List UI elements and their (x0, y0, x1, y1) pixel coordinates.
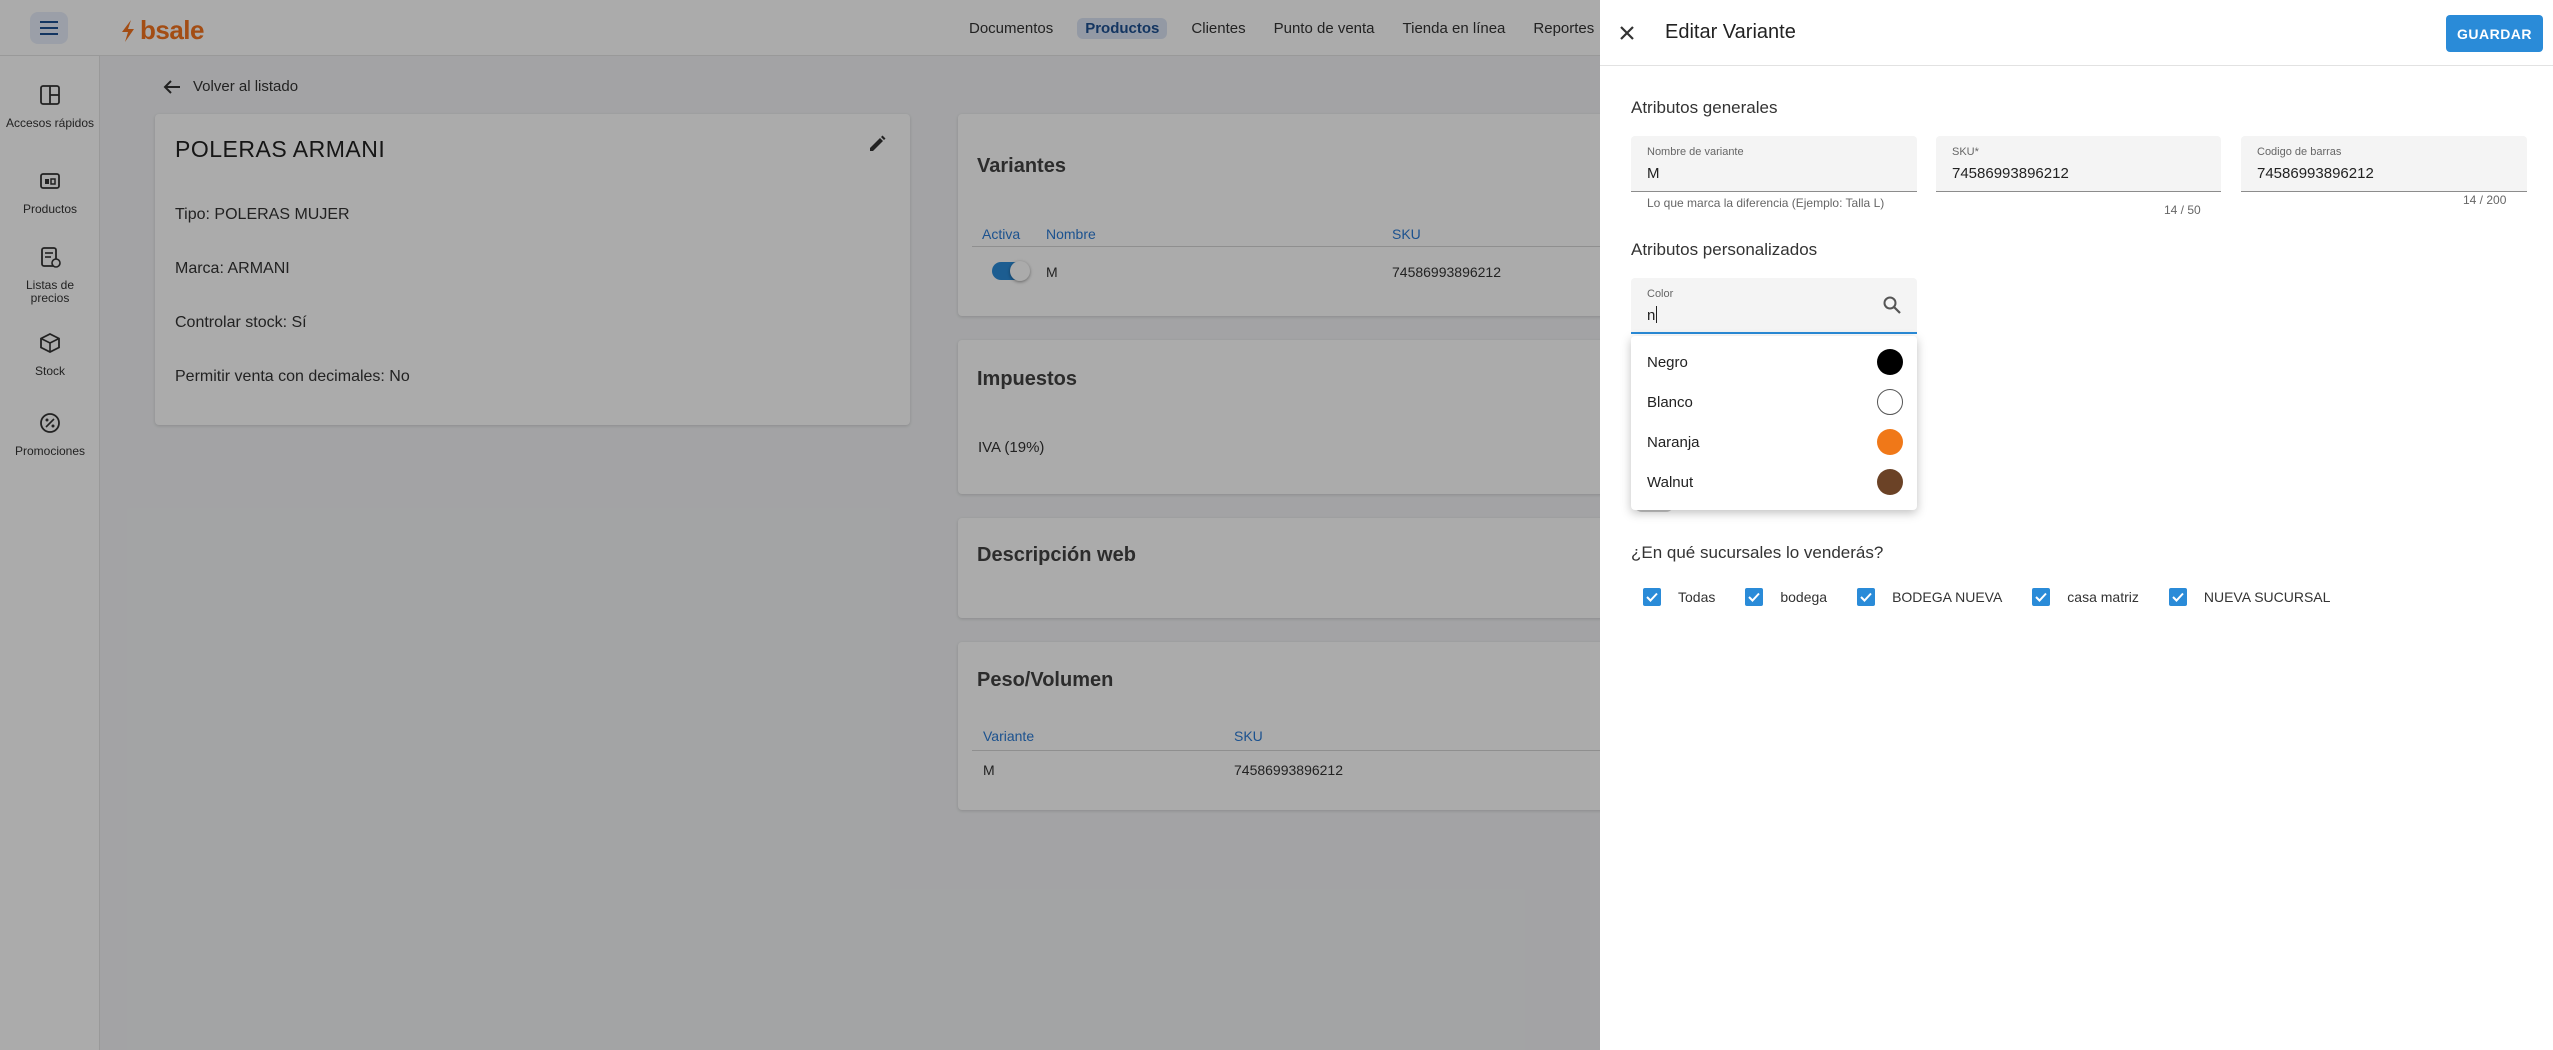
field-label: SKU* (1952, 146, 1979, 158)
color-swatch (1877, 469, 1903, 495)
barcode-field[interactable]: Codigo de barras 74586993896212 (2241, 136, 2527, 192)
branch-checkbox-casa-matriz[interactable]: casa matriz (2032, 588, 2139, 606)
color-option-negro[interactable]: Negro (1631, 342, 1917, 382)
color-swatch (1877, 389, 1903, 415)
option-label: Negro (1647, 353, 1688, 371)
close-button[interactable] (1614, 20, 1640, 46)
checkbox-checked-icon (1857, 588, 1876, 606)
branch-label: BODEGA NUEVA (1892, 589, 2003, 605)
branch-label: NUEVA SUCURSAL (2203, 589, 2331, 605)
text-caret (1656, 306, 1658, 323)
variant-name-field[interactable]: Nombre de variante M (1631, 136, 1917, 192)
color-autocomplete-field[interactable]: Color n (1631, 278, 1917, 334)
color-input-wrapper: n (1647, 306, 1658, 324)
drawer-title: Editar Variante (1665, 21, 1796, 43)
sku-input[interactable]: 74586993896212 (1952, 165, 2069, 182)
color-options-dropdown: Negro Blanco Naranja Walnut (1631, 336, 1917, 510)
checkbox-checked-icon (1745, 588, 1764, 606)
color-input[interactable]: n (1647, 307, 1655, 324)
option-label: Walnut (1647, 473, 1694, 491)
color-option-walnut[interactable]: Walnut (1631, 462, 1917, 502)
drawer-header: Editar Variante GUARDAR (1600, 0, 2553, 66)
branch-checkbox-bodega-nueva[interactable]: BODEGA NUEVA (1857, 588, 2002, 606)
option-label: Naranja (1647, 433, 1700, 451)
field-label: Color (1647, 288, 1674, 300)
branches-list: Todas bodega BODEGA NUEVA casa matriz NU… (1643, 588, 2360, 606)
branches-title: ¿En qué sucursales lo venderás? (1631, 543, 1884, 562)
save-button[interactable]: GUARDAR (2446, 15, 2543, 52)
variant-name-hint: Lo que marca la diferencia (Ejemplo: Tal… (1647, 196, 1885, 210)
barcode-input[interactable]: 74586993896212 (2257, 165, 2374, 182)
color-swatch (1877, 429, 1903, 455)
branch-checkbox-bodega[interactable]: bodega (1745, 588, 1827, 606)
color-swatch (1877, 349, 1903, 375)
field-label: Codigo de barras (2257, 146, 2342, 158)
field-label: Nombre de variante (1647, 146, 1744, 158)
branch-label: Todas (1678, 589, 1716, 605)
variant-name-counter: 14 / 50 (2164, 203, 2201, 217)
color-option-naranja[interactable]: Naranja (1631, 422, 1917, 462)
close-icon (1620, 26, 1634, 40)
search-icon[interactable] (1882, 295, 1902, 315)
checkbox-checked-icon (2032, 588, 2051, 606)
custom-attributes-title: Atributos personalizados (1631, 240, 1818, 259)
checkbox-checked-icon (1643, 588, 1661, 606)
checkbox-checked-icon (2168, 588, 2187, 606)
general-attributes-title: Atributos generales (1631, 98, 1778, 117)
branch-label: casa matriz (2067, 589, 2139, 605)
branch-checkbox-todas[interactable]: Todas (1643, 588, 1715, 606)
variant-name-input[interactable]: M (1647, 165, 1660, 182)
edit-variant-drawer: Editar Variante GUARDAR Atributos genera… (1600, 0, 2553, 1050)
option-label: Blanco (1647, 393, 1693, 411)
branch-checkbox-nueva-sucursal[interactable]: NUEVA SUCURSAL (2168, 588, 2331, 606)
color-option-blanco[interactable]: Blanco (1631, 382, 1917, 422)
sku-field[interactable]: SKU* 74586993896212 (1936, 136, 2221, 192)
barcode-counter: 14 / 200 (2463, 193, 2507, 207)
branch-label: bodega (1780, 589, 1828, 605)
